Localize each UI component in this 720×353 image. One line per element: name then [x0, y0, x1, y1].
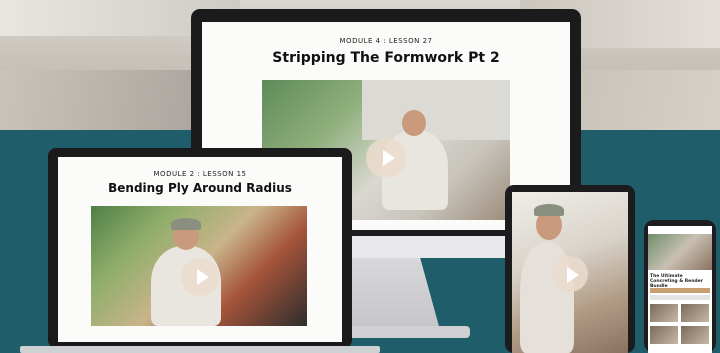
- laptop-base: [20, 346, 380, 353]
- presenter-cap: [171, 218, 201, 230]
- phone-icon-row: [650, 288, 710, 293]
- desktop-lesson-title: Stripping The Formwork Pt 2: [272, 50, 500, 66]
- phone-course-title: The Ultimate Concreting & Render Bundle: [650, 274, 703, 289]
- laptop-video-player[interactable]: [91, 206, 307, 326]
- phone-lesson-thumbnail[interactable]: [681, 326, 709, 344]
- laptop-lesson-label: MODULE 2 : LESSON 15: [153, 170, 247, 178]
- play-button-icon[interactable]: [181, 258, 219, 296]
- phone-text-row: [650, 295, 710, 300]
- phone-video-thumbnail[interactable]: [648, 234, 712, 270]
- desktop-lesson-label: MODULE 4 : LESSON 27: [339, 37, 433, 45]
- phone-lesson-thumbnail[interactable]: [650, 304, 678, 322]
- play-button-icon[interactable]: [552, 256, 588, 292]
- phone-lesson-thumbnail[interactable]: [681, 304, 709, 322]
- video-scene-wall: [362, 80, 510, 140]
- tablet-video-player[interactable]: [512, 192, 628, 353]
- presenter-cap: [534, 204, 564, 216]
- presenter-head: [402, 110, 426, 136]
- phone-screen: The Ultimate Concreting & Render Bundle: [648, 226, 712, 353]
- play-button-icon[interactable]: [366, 138, 406, 178]
- phone-lesson-thumbnail[interactable]: [650, 326, 678, 344]
- laptop-lesson-title: Bending Ply Around Radius: [108, 181, 292, 195]
